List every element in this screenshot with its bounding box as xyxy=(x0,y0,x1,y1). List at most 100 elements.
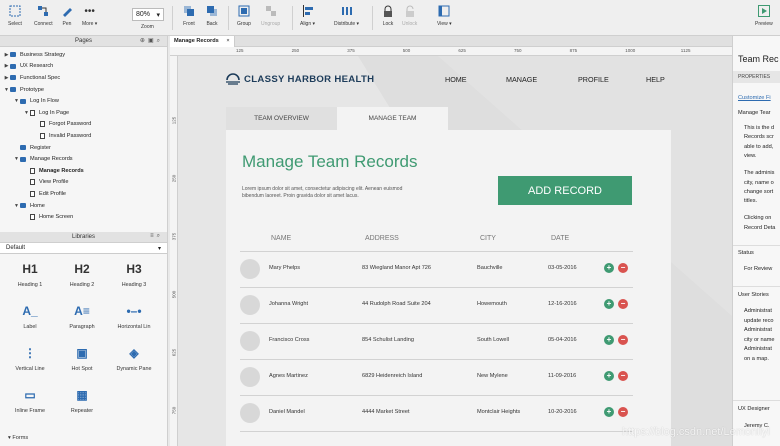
folder-icon xyxy=(10,63,16,69)
widget-icon: ◈ xyxy=(129,346,139,360)
connect-icon xyxy=(36,4,50,18)
forms-section[interactable]: ▾ Forms xyxy=(8,435,28,441)
page-tree-item[interactable]: ▼ Home xyxy=(0,200,167,212)
remove-icon[interactable]: − xyxy=(618,299,628,309)
remove-icon[interactable]: − xyxy=(618,407,628,417)
nav-manage[interactable]: MANAGE xyxy=(506,75,537,84)
add-icon[interactable]: + xyxy=(604,263,614,273)
expand-toggle-icon[interactable]: ▼ xyxy=(13,156,20,162)
design-canvas[interactable]: CLASSY HARBOR HEALTH HOME MANAGE PROFILE… xyxy=(178,56,732,446)
pen-tool[interactable]: Pen xyxy=(60,4,74,27)
widget-heading-1[interactable]: H1 Heading 1 xyxy=(4,260,56,296)
page-tree-item[interactable]: ▼ Manage Records xyxy=(0,153,167,165)
inspector-note-line: The adminis xyxy=(744,170,775,177)
nav-help[interactable]: HELP xyxy=(646,75,665,84)
page-tree-item[interactable]: ▶ Business Strategy xyxy=(0,49,167,61)
expand-toggle-icon[interactable]: ▼ xyxy=(23,110,30,116)
status-value[interactable]: For Review xyxy=(744,266,772,272)
page-icon xyxy=(40,121,45,128)
add-icon[interactable]: + xyxy=(604,371,614,381)
expand-toggle-icon[interactable]: ▼ xyxy=(13,98,20,104)
page-tree-item[interactable]: ▼ Log In Page xyxy=(0,107,167,119)
view-menu[interactable]: View ▾ xyxy=(437,4,452,27)
table-row[interactable]: Agnes Martinez 6829 Heidenreich Island New… xyxy=(240,359,633,395)
front-button[interactable]: Front xyxy=(182,4,196,27)
preview-label: Preview xyxy=(755,21,773,27)
unlock-button[interactable]: Unlock xyxy=(402,4,417,27)
widget-inline-frame[interactable]: ▭ Inline Frame xyxy=(4,386,56,422)
page-tree-label: Log In Page xyxy=(39,109,70,116)
add-page-icon[interactable]: ⊕ xyxy=(140,38,148,44)
page-tree-item[interactable]: Edit Profile xyxy=(0,188,167,200)
select-tool[interactable]: Select xyxy=(8,4,22,27)
table-row[interactable]: Mary Phelps 83 Wiegland Manor Apt 726 Bauc… xyxy=(240,251,633,287)
nav-profile[interactable]: PROFILE xyxy=(578,75,609,84)
page-tree-item[interactable]: Invalid Password xyxy=(0,130,167,142)
more-tool[interactable]: ••• More ▾ xyxy=(82,4,97,28)
page-tree-item[interactable]: View Profile xyxy=(0,177,167,189)
page-tree-item[interactable]: ▼ Log In Flow xyxy=(0,95,167,107)
zoom-select[interactable]: 80% ▾ xyxy=(132,8,164,21)
page-tree-item[interactable]: Forgot Password xyxy=(0,119,167,131)
column-header-address[interactable]: ADDRESS xyxy=(365,235,399,242)
widget-hot-spot[interactable]: ▣ Hot Spot xyxy=(56,344,108,380)
lock-button[interactable]: Lock xyxy=(381,4,395,27)
align-menu[interactable]: Align ▾ xyxy=(300,4,315,27)
widget-heading-3[interactable]: H3 Heading 3 xyxy=(108,260,160,296)
back-button[interactable]: Back xyxy=(205,4,219,27)
group-button[interactable]: Group xyxy=(237,4,251,27)
expand-toggle-icon[interactable]: ▼ xyxy=(13,203,20,209)
properties-tab[interactable]: PROPERTIES xyxy=(733,71,780,83)
page-tree-item[interactable]: ▼ Prototype xyxy=(0,84,167,96)
remove-icon[interactable]: − xyxy=(618,263,628,273)
search-icon[interactable]: ⌕ xyxy=(157,38,163,44)
expand-toggle-icon[interactable]: ▶ xyxy=(3,63,10,69)
table-row[interactable]: Daniel Mandel 4444 Market Street Montclair… xyxy=(240,395,633,431)
add-record-button[interactable]: ADD RECORD xyxy=(498,176,632,205)
connect-tool[interactable]: Connect xyxy=(34,4,53,27)
page-tree-item[interactable]: Register xyxy=(0,142,167,154)
cell-city: Howemouth xyxy=(477,301,507,307)
widget-vertical-line[interactable]: ⋮ Vertical Line xyxy=(4,344,56,380)
add-icon[interactable]: + xyxy=(604,407,614,417)
expand-toggle-icon[interactable]: ▶ xyxy=(3,75,10,81)
add-folder-icon[interactable]: ▣ xyxy=(148,38,157,44)
inspector-note-line: Records scr xyxy=(744,134,774,141)
page-tree-label: Invalid Password xyxy=(49,132,92,139)
library-select[interactable]: Default ▾ xyxy=(0,243,167,254)
remove-icon[interactable]: − xyxy=(618,371,628,381)
expand-toggle-icon[interactable]: ▶ xyxy=(3,52,10,58)
widget-heading-2[interactable]: H2 Heading 2 xyxy=(56,260,108,296)
add-icon[interactable]: + xyxy=(604,299,614,309)
connect-label: Connect xyxy=(34,21,53,27)
horizontal-ruler: 125 250 375 500 625 750 875 1000 1125 xyxy=(170,47,732,56)
column-header-city[interactable]: CITY xyxy=(480,235,496,242)
page-tree-item[interactable]: Home Screen xyxy=(0,211,167,223)
distribute-menu[interactable]: Distribute ▾ xyxy=(334,4,359,27)
brand-logo[interactable]: CLASSY HARBOR HEALTH xyxy=(226,73,374,85)
widget-paragraph[interactable]: A≡ Paragraph xyxy=(56,302,108,338)
expand-toggle-icon[interactable]: ▼ xyxy=(3,87,10,93)
preview-button[interactable]: Preview xyxy=(755,4,773,27)
page-tree-item[interactable]: Manage Records xyxy=(0,165,167,177)
widget-repeater[interactable]: ▦ Repeater xyxy=(56,386,108,422)
tab-manage-team[interactable]: MANAGE TEAM xyxy=(337,107,448,130)
customize-link[interactable]: Customize Fi xyxy=(738,95,771,101)
close-icon[interactable]: × xyxy=(226,38,229,44)
nav-home[interactable]: HOME xyxy=(445,75,467,84)
remove-icon[interactable]: − xyxy=(618,335,628,345)
tab-manage-records[interactable]: Manage Records × xyxy=(170,36,235,47)
table-row[interactable]: Francisco Cross 854 Schulist Landing South… xyxy=(240,323,633,359)
column-header-name[interactable]: NAME xyxy=(271,235,291,242)
add-icon[interactable]: + xyxy=(604,335,614,345)
widget-dynamic-pane[interactable]: ◈ Dynamic Pane xyxy=(108,344,160,380)
page-tree-item[interactable]: ▶ Functional Spec xyxy=(0,72,167,84)
widget-horizontal-lin[interactable]: •–• Horizontal Lin xyxy=(108,302,160,338)
search-icon[interactable]: ⌕ xyxy=(157,233,163,239)
column-header-date[interactable]: DATE xyxy=(551,235,569,242)
widget-label[interactable]: A_ Label xyxy=(4,302,56,338)
ungroup-button[interactable]: Ungroup xyxy=(261,4,280,27)
tab-team-overview[interactable]: TEAM OVERVIEW xyxy=(226,107,337,130)
table-row[interactable]: Johanna Wright 44 Rudolph Road Suite 204 H… xyxy=(240,287,633,323)
page-tree-item[interactable]: ▶ UX Research xyxy=(0,61,167,73)
